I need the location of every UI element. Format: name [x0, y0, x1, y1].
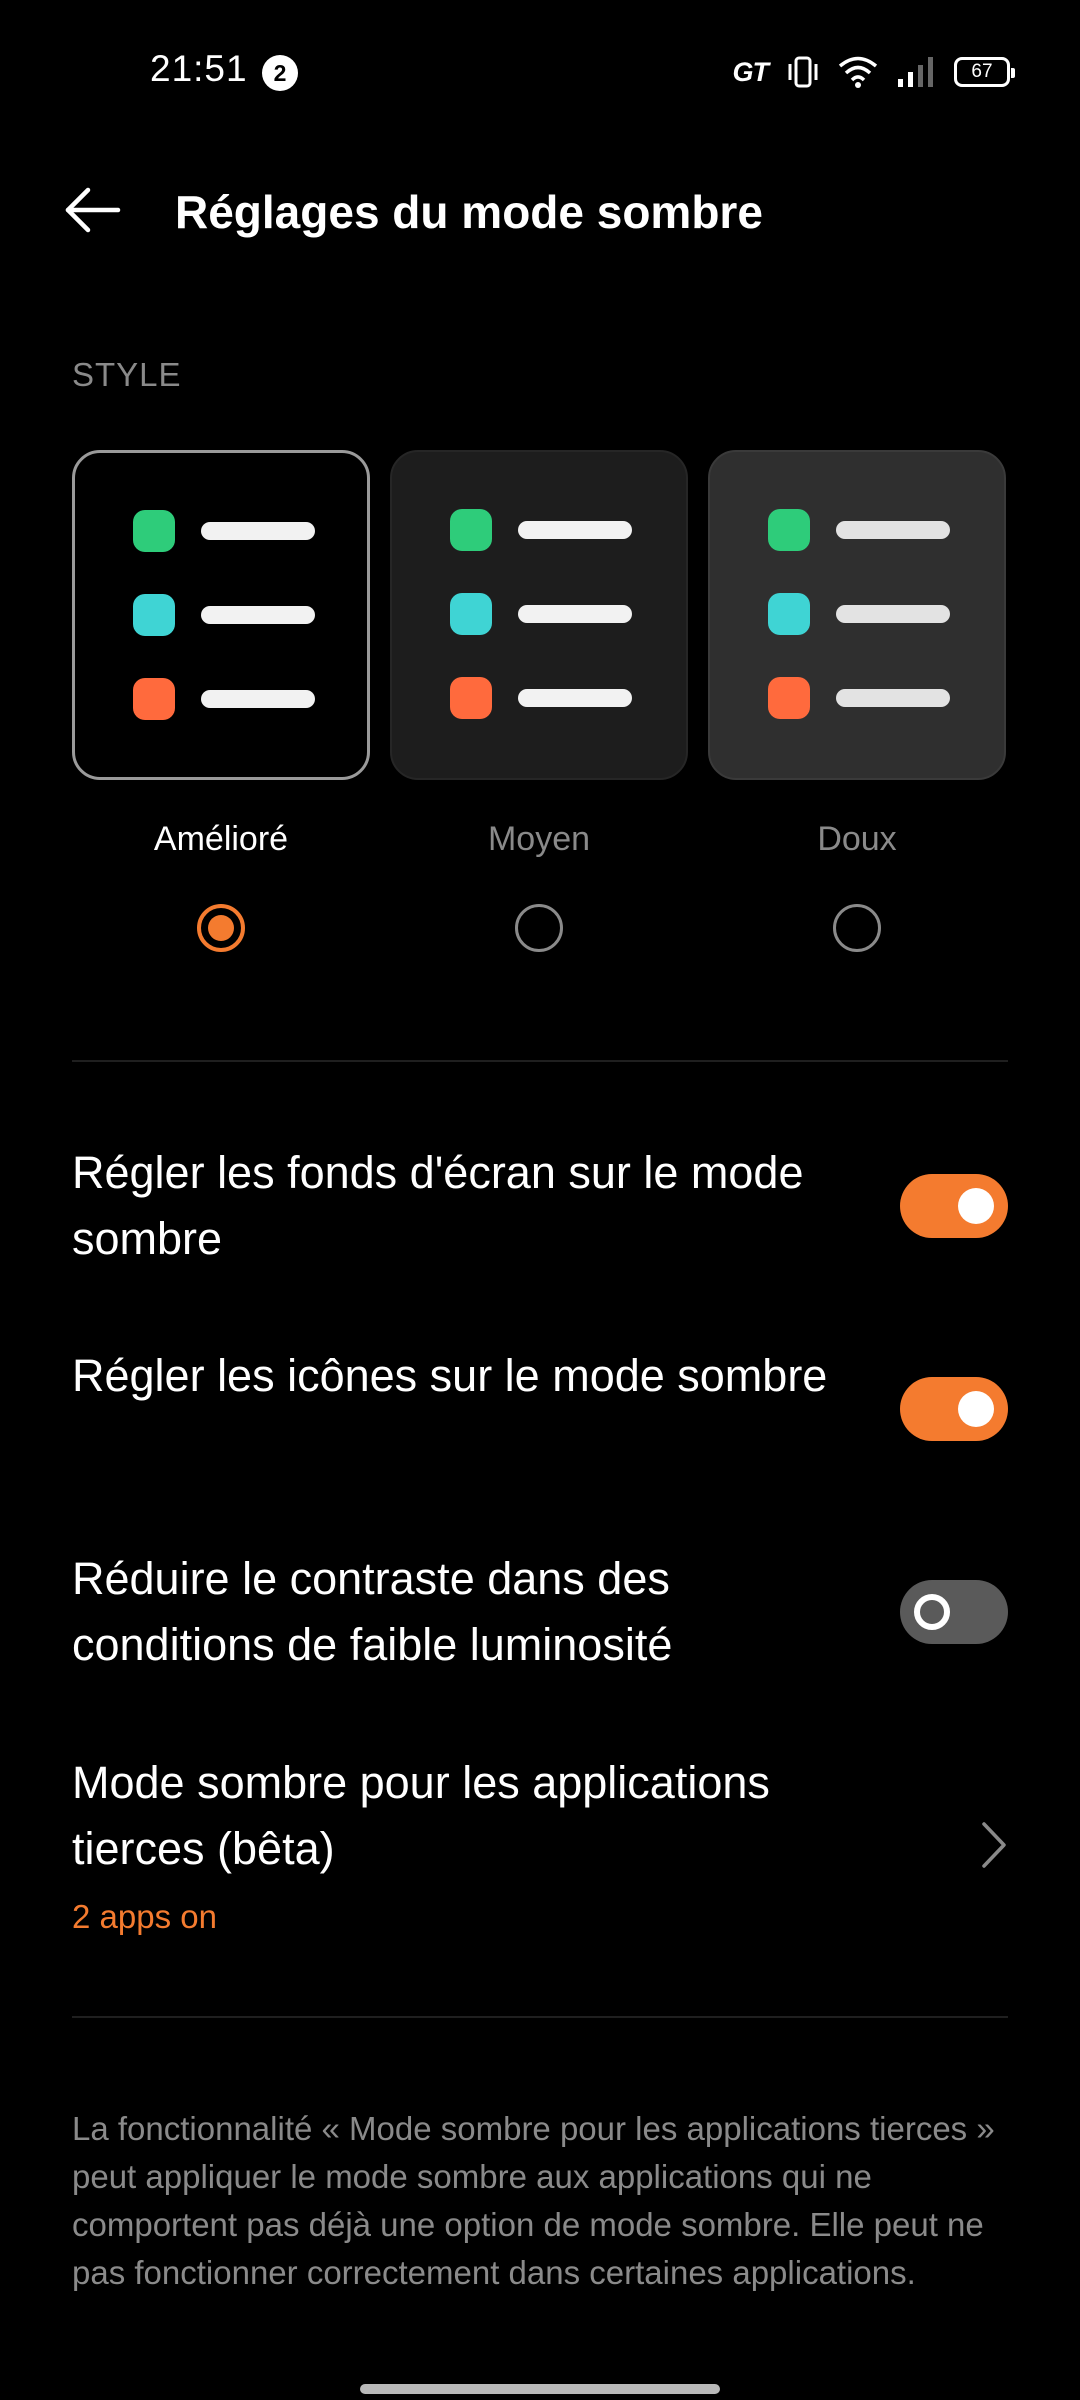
- setting-label-icons: Régler les icônes sur le mode sombre: [72, 1350, 828, 1401]
- setting-row-contrast[interactable]: Réduire le contraste dans des conditions…: [0, 1546, 1080, 1678]
- preview-line: [518, 689, 632, 707]
- vibrate-icon: [788, 56, 818, 88]
- cyan-dot: [768, 593, 810, 635]
- preview-line: [518, 605, 632, 623]
- setting-label-wallpapers: Régler les fonds d'écran sur le mode som…: [72, 1147, 804, 1264]
- notification-count-badge: 2: [262, 55, 298, 91]
- style-option-label-moyen: Moyen: [487, 820, 591, 858]
- radio-doux[interactable]: [833, 904, 881, 952]
- preview-line: [201, 690, 315, 708]
- preview-line: [836, 689, 950, 707]
- radio-ameliore[interactable]: [197, 904, 245, 952]
- toggle-knob: [914, 1594, 950, 1630]
- style-section-label: STYLE: [72, 356, 182, 393]
- app-header: Réglages du mode sombre: [0, 160, 1080, 260]
- status-icons: GT 67: [732, 52, 1015, 92]
- preview-line: [201, 522, 315, 540]
- gt-mode-icon: GT: [732, 56, 769, 87]
- style-option-label-ameliore: Amélioré: [153, 820, 289, 858]
- toggle-icons[interactable]: [900, 1377, 1008, 1441]
- back-button[interactable]: [60, 180, 130, 240]
- wifi-icon: [838, 56, 878, 88]
- preview-line: [518, 521, 632, 539]
- chevron-right-icon: [982, 1822, 1006, 1868]
- preview-line: [836, 605, 950, 623]
- cyan-dot: [133, 594, 175, 636]
- status-bar: 21:51 2 GT 67: [0, 0, 1080, 140]
- section-divider: [72, 2016, 1008, 2018]
- setting-label-third-party-apps: Mode sombre pour les applications tierce…: [72, 1757, 770, 1874]
- orange-dot: [133, 678, 175, 720]
- preview-line: [836, 521, 950, 539]
- toggle-contrast[interactable]: [900, 1580, 1008, 1644]
- style-card-ameliore[interactable]: [72, 450, 370, 780]
- style-card-doux[interactable]: [708, 450, 1006, 780]
- preview-line: [201, 606, 315, 624]
- orange-dot: [450, 677, 492, 719]
- cyan-dot: [450, 593, 492, 635]
- toggle-knob: [958, 1391, 994, 1427]
- third-party-apps-status: 2 apps on: [72, 1898, 217, 1935]
- back-arrow-icon: [65, 187, 121, 233]
- status-time: 21:51: [150, 48, 248, 89]
- dark-mode-settings-screen: 21:51 2 GT 67 Réglages du mode sombre ST…: [0, 0, 1080, 2400]
- style-option-label-doux: Doux: [817, 820, 897, 858]
- green-dot: [133, 510, 175, 552]
- orange-dot: [768, 677, 810, 719]
- setting-label-contrast: Réduire le contraste dans des conditions…: [72, 1553, 673, 1670]
- signal-icon: [898, 57, 933, 87]
- green-dot: [768, 509, 810, 551]
- toggle-wallpapers[interactable]: [900, 1174, 1008, 1238]
- style-card-moyen[interactable]: [390, 450, 688, 780]
- setting-row-third-party-apps[interactable]: Mode sombre pour les applications tierce…: [0, 1750, 1080, 1950]
- footnote-text: La fonctionnalité « Mode sombre pour les…: [72, 2110, 995, 2291]
- toggle-knob: [958, 1188, 994, 1224]
- battery-icon: 67: [954, 57, 1015, 87]
- setting-row-wallpapers[interactable]: Régler les fonds d'écran sur le mode som…: [0, 1140, 1080, 1272]
- page-title: Réglages du mode sombre: [175, 186, 763, 238]
- radio-moyen[interactable]: [515, 904, 563, 952]
- setting-row-icons[interactable]: Régler les icônes sur le mode sombre: [0, 1343, 1080, 1475]
- green-dot: [450, 509, 492, 551]
- home-indicator[interactable]: [360, 2384, 720, 2394]
- section-divider: [72, 1060, 1008, 1062]
